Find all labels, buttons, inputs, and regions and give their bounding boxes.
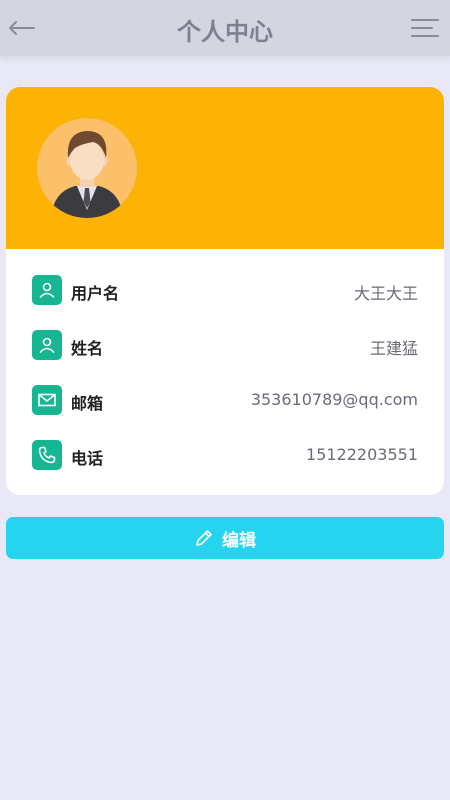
user-avatar — [37, 118, 137, 218]
phone-icon — [32, 440, 62, 470]
mail-icon — [32, 385, 62, 415]
info-row-email: 邮箱 353610789@qq.com — [32, 385, 418, 417]
email-value: 353610789@qq.com — [250, 390, 418, 409]
row-label: 邮箱 — [71, 394, 104, 413]
pencil-icon — [196, 530, 212, 546]
row-label: 姓名 — [71, 339, 104, 358]
top-bar: 个人中心 — [0, 0, 450, 56]
info-row-username: 用户名 大王大王 — [32, 275, 418, 307]
phone-value: 15122203551 — [306, 445, 418, 464]
user-icon — [32, 275, 62, 305]
row-label: 电话 — [71, 449, 104, 468]
user-icon — [32, 330, 62, 360]
profile-card: 用户名 大王大王 姓名 王建猛 邮箱 353610789@qq.com 电话 1… — [6, 87, 444, 495]
username-value: 大王大王 — [353, 284, 418, 303]
menu-icon — [411, 19, 439, 37]
profile-header — [6, 87, 444, 249]
info-row-phone: 电话 15122203551 — [32, 440, 418, 472]
edit-button[interactable]: 编辑 — [6, 517, 444, 559]
info-row-name: 姓名 王建猛 — [32, 330, 418, 362]
page-title: 个人中心 — [177, 18, 273, 46]
menu-button[interactable] — [410, 16, 440, 40]
edit-label: 编辑 — [222, 530, 256, 551]
name-value: 王建猛 — [369, 339, 418, 358]
row-label: 用户名 — [71, 284, 120, 303]
